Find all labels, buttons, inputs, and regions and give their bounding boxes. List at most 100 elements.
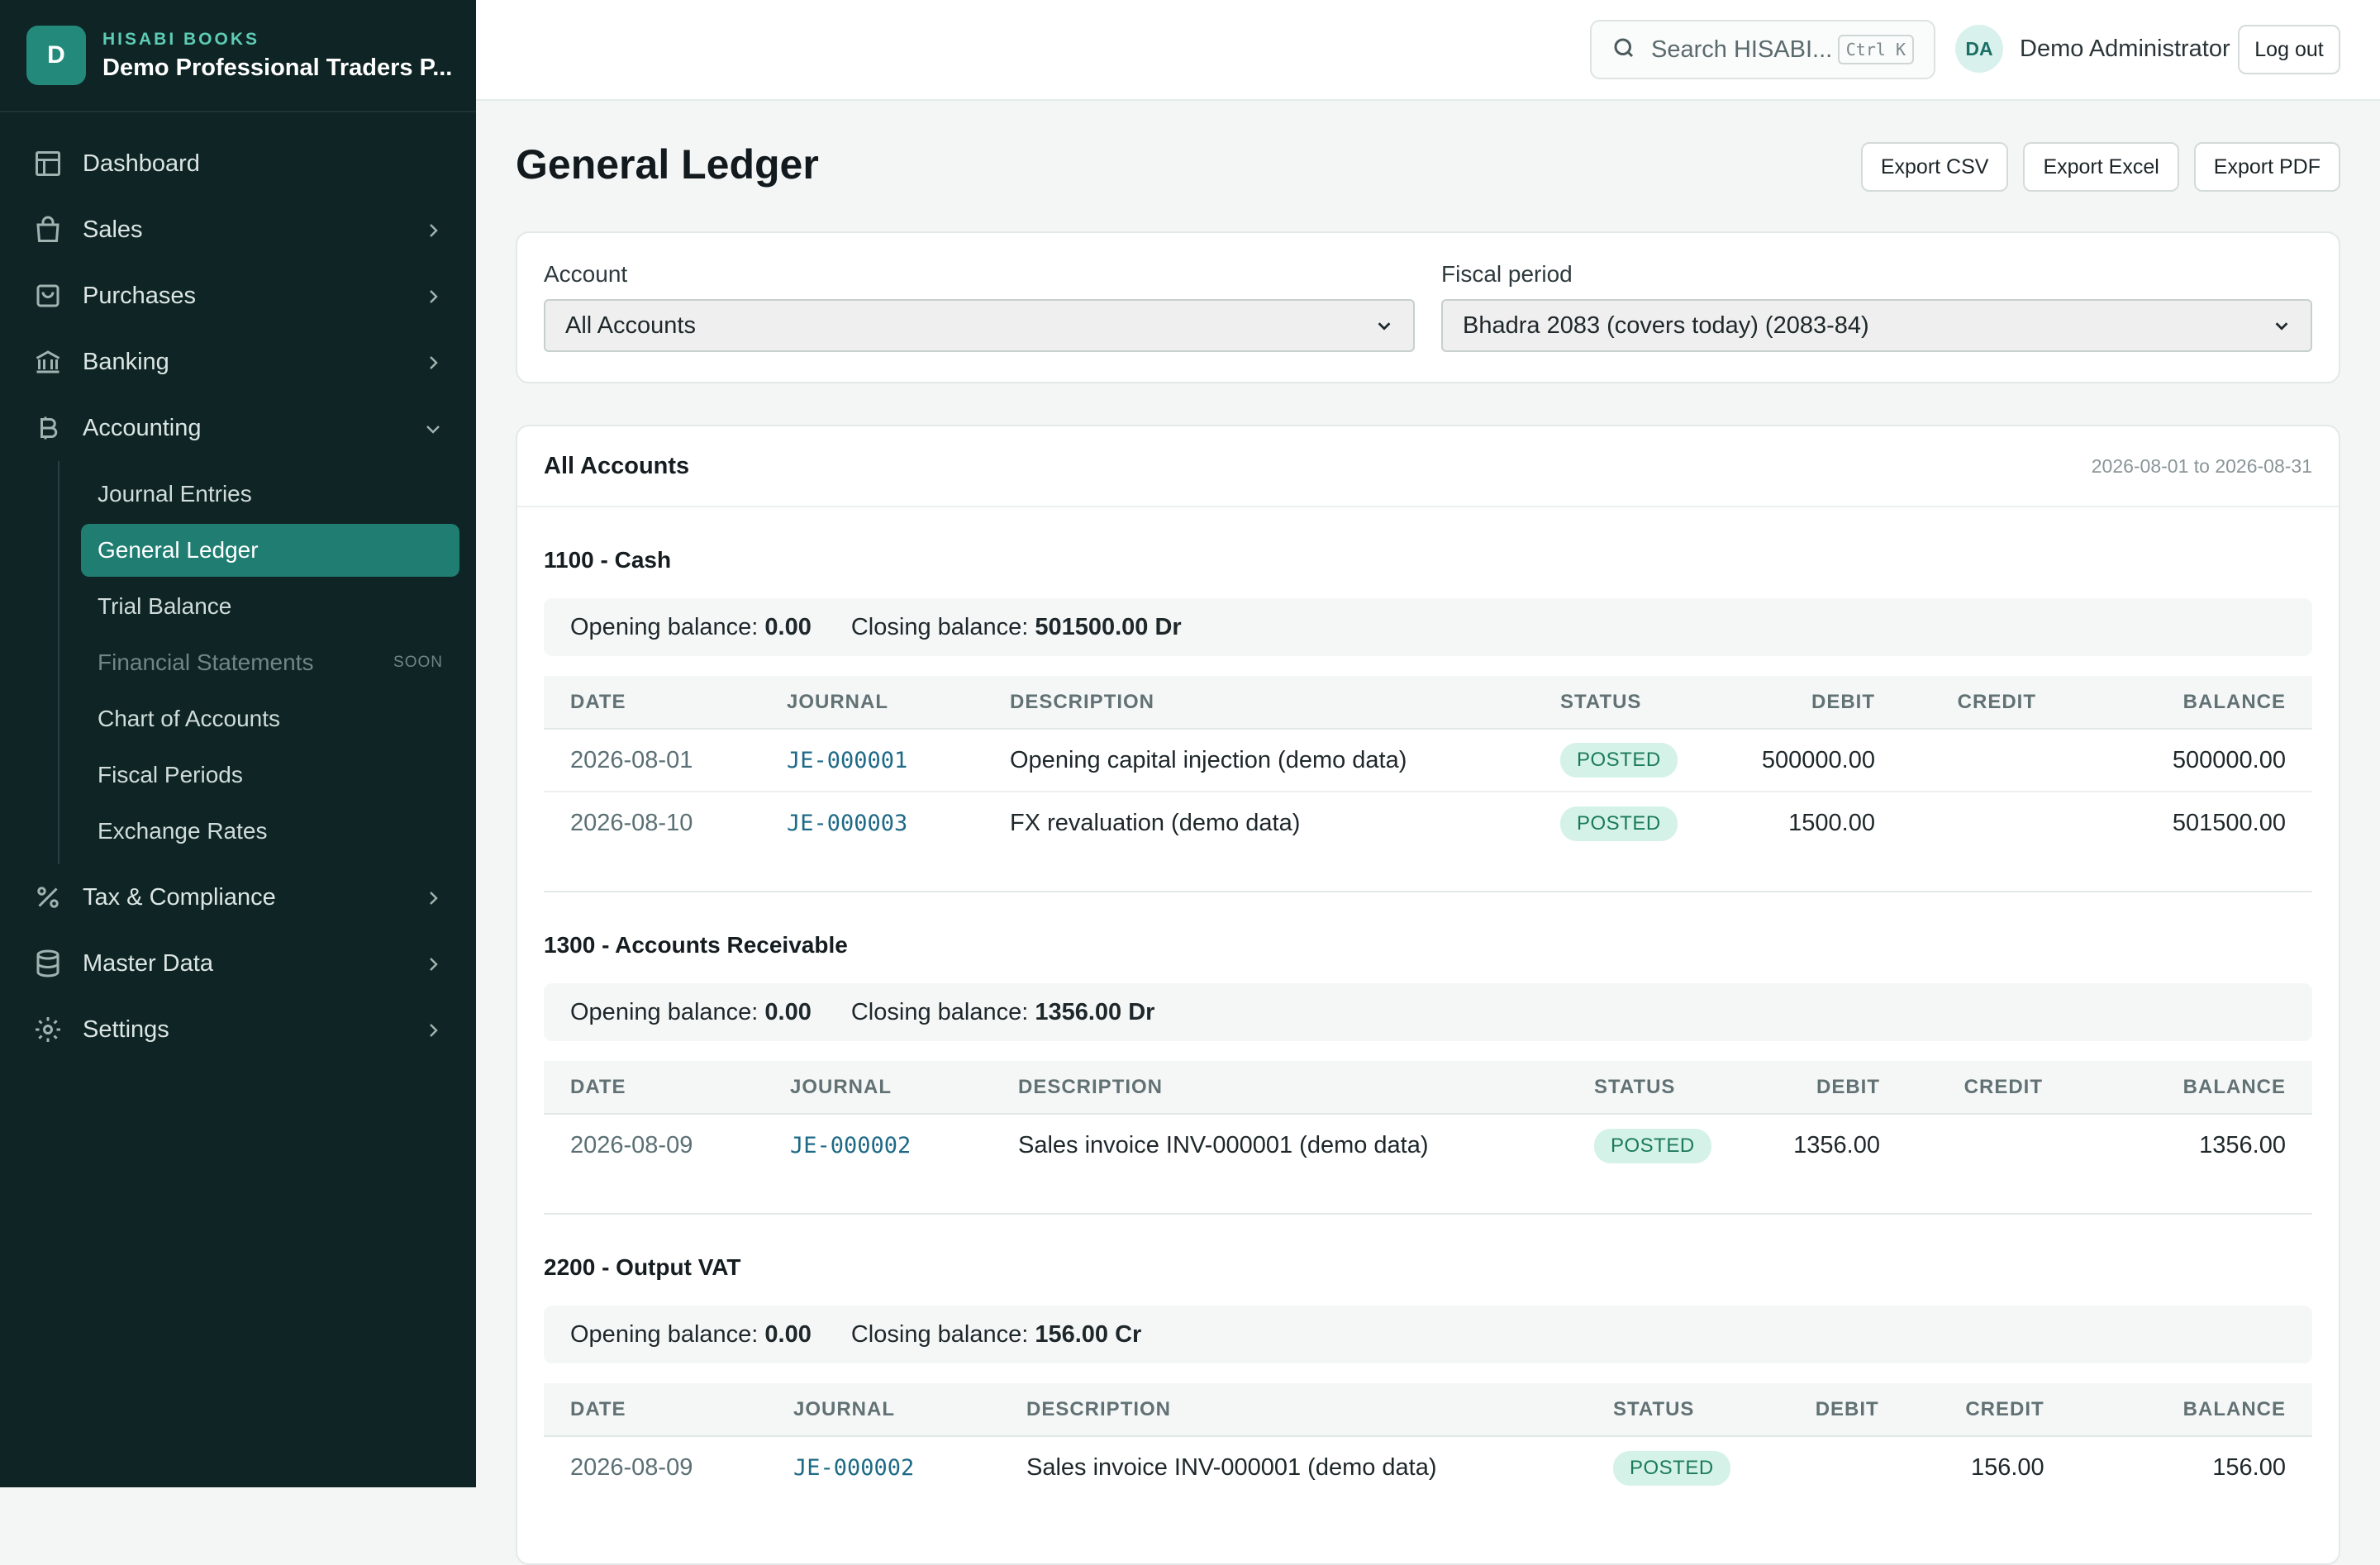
sidebar-item-label: Banking xyxy=(83,348,169,375)
page-title: General Ledger xyxy=(516,141,819,188)
column-header: JOURNAL xyxy=(760,676,983,730)
brand-header[interactable]: D HISABI BOOKS Demo Professional Traders… xyxy=(0,0,476,112)
search-placeholder: Search HISABI... xyxy=(1651,36,1833,63)
sidebar-item-tax-compliance[interactable]: Tax & Compliance xyxy=(0,864,476,930)
column-header: DESCRIPTION xyxy=(992,1061,1568,1115)
sidebar-subitem-journal-entries[interactable]: Journal Entries xyxy=(81,468,459,521)
running-balance: 156.00 xyxy=(2212,1454,2286,1481)
sidebar-item-settings[interactable]: Settings xyxy=(0,997,476,1063)
user-menu[interactable]: DA Demo Administrator xyxy=(1955,25,2230,73)
column-header: DESCRIPTION xyxy=(1000,1383,1587,1437)
account-select-value: All Accounts xyxy=(565,312,696,339)
filters-card: Account All Accounts Fiscal period Bhadr… xyxy=(516,231,2340,383)
export-csv-button[interactable]: Export CSV xyxy=(1860,142,2009,192)
keyboard-shortcut: Ctrl K xyxy=(1837,35,1914,64)
running-balance: 500000.00 xyxy=(2063,729,2312,792)
table-row[interactable]: 2026-08-09 JE-000002 Sales invoice INV-0… xyxy=(544,1114,2312,1177)
journal-link[interactable]: JE-000003 xyxy=(760,792,983,854)
account-select[interactable]: All Accounts xyxy=(544,299,1415,352)
balance-summary: Opening balance: 0.00 Closing balance: 1… xyxy=(544,983,2312,1041)
opening-balance-value: 0.00 xyxy=(764,998,812,1025)
sidebar-item-purchases[interactable]: Purchases xyxy=(0,263,476,329)
entry-description: Sales invoice INV-000001 (demo data) xyxy=(1018,1132,1429,1158)
column-header: CREDIT xyxy=(1906,1061,2069,1115)
chevron-right-icon xyxy=(423,286,443,306)
debit-amount: 1500.00 xyxy=(1788,810,1875,836)
journal-link[interactable]: JE-000001 xyxy=(760,729,983,792)
ledger-table: DATE JOURNAL DESCRIPTION STATUS DEBIT CR… xyxy=(544,676,2312,854)
ledger-table: DATE JOURNAL DESCRIPTION STATUS DEBIT CR… xyxy=(544,1061,2312,1177)
opening-balance-value: 0.00 xyxy=(764,613,812,640)
sidebar-subitem-chart-of-accounts[interactable]: Chart of Accounts xyxy=(81,692,459,745)
company-name: Demo Professional Traders P... xyxy=(102,54,453,81)
sidebar-item-dashboard[interactable]: Dashboard xyxy=(0,131,476,197)
column-header: DATE xyxy=(544,1061,764,1115)
main-content: General Ledger Export CSV Export Excel E… xyxy=(516,101,2340,1565)
sidebar-item-label: Settings xyxy=(83,1016,169,1043)
entry-date: 2026-08-09 xyxy=(570,1454,693,1481)
fiscal-period-label: Fiscal period xyxy=(1441,261,1573,287)
sidebar-nav: Dashboard Sales Purchases Banking Accoun… xyxy=(0,112,476,1063)
column-header: DESCRIPTION xyxy=(983,676,1534,730)
sidebar-item-sales[interactable]: Sales xyxy=(0,197,476,263)
sidebar-subitem-fiscal-periods[interactable]: Fiscal Periods xyxy=(81,749,459,802)
closing-balance-value: 501500.00 Dr xyxy=(1035,613,1182,640)
ledger-title: All Accounts xyxy=(544,452,690,479)
chevron-down-icon xyxy=(2275,322,2288,331)
bitcoin-icon xyxy=(33,413,63,443)
column-header: BALANCE xyxy=(2070,1383,2312,1437)
chevron-right-icon xyxy=(423,220,443,240)
chevron-right-icon xyxy=(423,954,443,973)
sidebar-item-accounting[interactable]: Accounting xyxy=(0,395,476,461)
table-row[interactable]: 2026-08-09 JE-000002 Sales invoice INV-0… xyxy=(544,1436,2312,1499)
fiscal-period-select[interactable]: Bhadra 2083 (covers today) (2083-84) xyxy=(1441,299,2312,352)
sidebar-subitem-general-ledger[interactable]: General Ledger xyxy=(81,524,459,577)
debit-amount: 500000.00 xyxy=(1720,729,1902,792)
bank-icon xyxy=(33,347,63,377)
brand-kicker: HISABI BOOKS xyxy=(102,29,260,49)
journal-link[interactable]: JE-000002 xyxy=(764,1114,992,1177)
table-row[interactable]: 2026-08-01 JE-000001 Opening capital inj… xyxy=(544,729,2312,792)
ledger-card: All Accounts 2026-08-01 to 2026-08-31 11… xyxy=(516,425,2340,1565)
credit-amount xyxy=(1902,729,2063,792)
sidebar-item-master-data[interactable]: Master Data xyxy=(0,930,476,997)
sidebar-item-banking[interactable]: Banking xyxy=(0,329,476,395)
account-section: 2200 - Output VAT Opening balance: 0.00 … xyxy=(517,1215,2339,1499)
balance-summary: Opening balance: 0.00 Closing balance: 5… xyxy=(544,598,2312,656)
chevron-down-icon xyxy=(1378,322,1391,331)
brand-logo: D xyxy=(26,26,86,85)
opening-balance-label: Opening balance: xyxy=(570,998,759,1025)
debit-amount: 1356.00 xyxy=(1793,1132,1880,1158)
table-row[interactable]: 2026-08-10 JE-000003 FX revaluation (dem… xyxy=(544,792,2312,854)
credit-amount xyxy=(1906,1114,2069,1177)
column-header: STATUS xyxy=(1568,1061,1741,1115)
search-input[interactable]: Search HISABI... Ctrl K xyxy=(1590,20,1935,79)
opening-balance-label: Opening balance: xyxy=(570,1320,759,1348)
sidebar-subitem-exchange-rates[interactable]: Exchange Rates xyxy=(81,805,459,858)
status-badge: POSTED xyxy=(1560,806,1678,841)
account-name: 1100 - Cash xyxy=(544,547,672,573)
entry-date: 2026-08-01 xyxy=(544,729,760,792)
logout-button[interactable]: Log out xyxy=(2238,25,2340,74)
entry-date: 2026-08-10 xyxy=(570,810,693,836)
sidebar-item-label: Tax & Compliance xyxy=(83,883,276,911)
journal-link[interactable]: JE-000002 xyxy=(767,1436,1000,1499)
soon-badge: SOON xyxy=(393,654,443,671)
sidebar-subitem-trial-balance[interactable]: Trial Balance xyxy=(81,580,459,633)
column-header: JOURNAL xyxy=(767,1383,1000,1437)
column-header: DATE xyxy=(544,1383,767,1437)
status-badge: POSTED xyxy=(1560,743,1678,778)
column-header: STATUS xyxy=(1534,676,1720,730)
sidebar-subitem-label: Financial Statements xyxy=(98,649,314,675)
opening-balance-label: Opening balance: xyxy=(570,613,759,640)
export-excel-button[interactable]: Export Excel xyxy=(2023,142,2179,192)
sidebar-item-label: Master Data xyxy=(83,949,213,977)
account-section: 1300 - Accounts Receivable Opening balan… xyxy=(517,892,2339,1215)
closing-balance-value: 1356.00 Dr xyxy=(1035,998,1155,1025)
topbar: Search HISABI... Ctrl K DA Demo Administ… xyxy=(476,0,2380,101)
user-name: Demo Administrator xyxy=(2020,35,2230,62)
column-header: DEBIT xyxy=(1720,676,1902,730)
debit-amount xyxy=(1757,1436,1906,1499)
avatar: DA xyxy=(1955,25,2003,73)
export-pdf-button[interactable]: Export PDF xyxy=(2193,142,2340,192)
